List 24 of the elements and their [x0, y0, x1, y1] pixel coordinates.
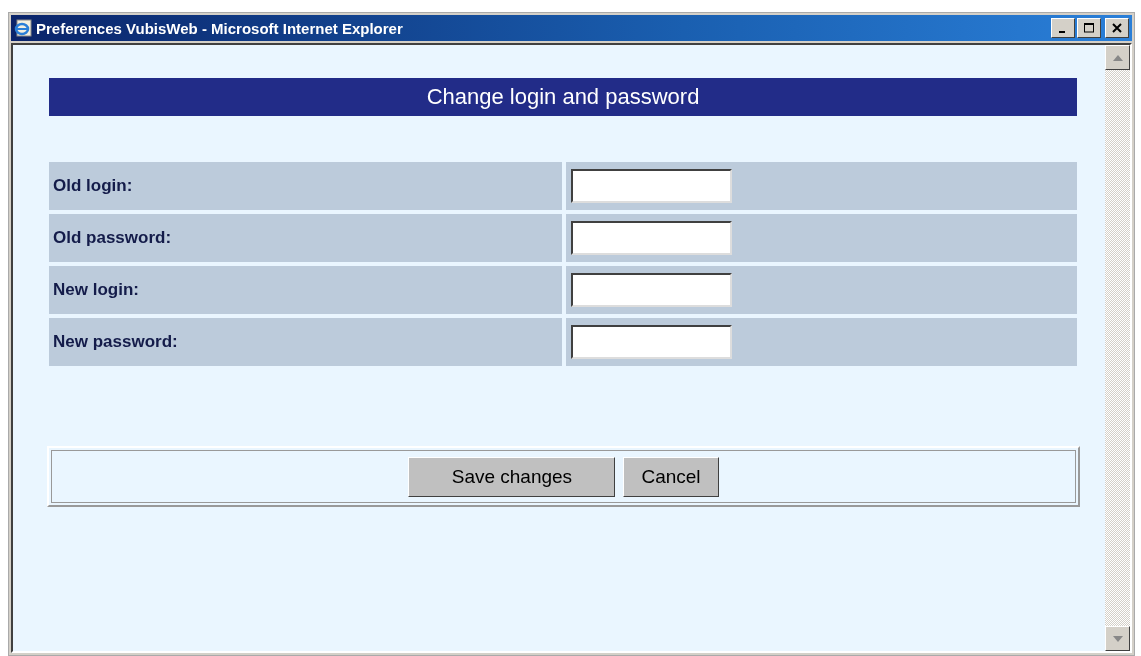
maximize-button[interactable] [1077, 18, 1101, 38]
input-field[interactable] [571, 169, 732, 203]
minimize-button[interactable] [1051, 18, 1075, 38]
field-label: Old password: [49, 214, 562, 262]
form-button[interactable]: Cancel [623, 456, 719, 497]
field-label: New login: [49, 266, 562, 314]
window-title: Preferences VubisWeb - Microsoft Internet Explorer [36, 19, 404, 37]
field-label: Old login: [49, 162, 562, 210]
page-heading: Change login and password [49, 78, 1077, 116]
form-button[interactable]: Save changes [408, 456, 616, 497]
close-icon [1112, 23, 1122, 33]
scroll-up-button[interactable] [1105, 45, 1130, 70]
up-arrow-icon [1112, 54, 1123, 61]
minimize-icon [1058, 30, 1065, 33]
maximize-icon [1083, 23, 1095, 33]
input-field[interactable] [571, 273, 732, 307]
input-field[interactable] [571, 221, 732, 255]
input-field[interactable] [571, 325, 732, 359]
browser-logo-icon [14, 19, 32, 37]
field-label: New password: [49, 318, 562, 366]
close-button[interactable] [1105, 18, 1129, 38]
scrollbar[interactable] [1105, 45, 1130, 651]
scroll-down-button[interactable] [1105, 626, 1130, 651]
down-arrow-icon [1112, 635, 1123, 642]
